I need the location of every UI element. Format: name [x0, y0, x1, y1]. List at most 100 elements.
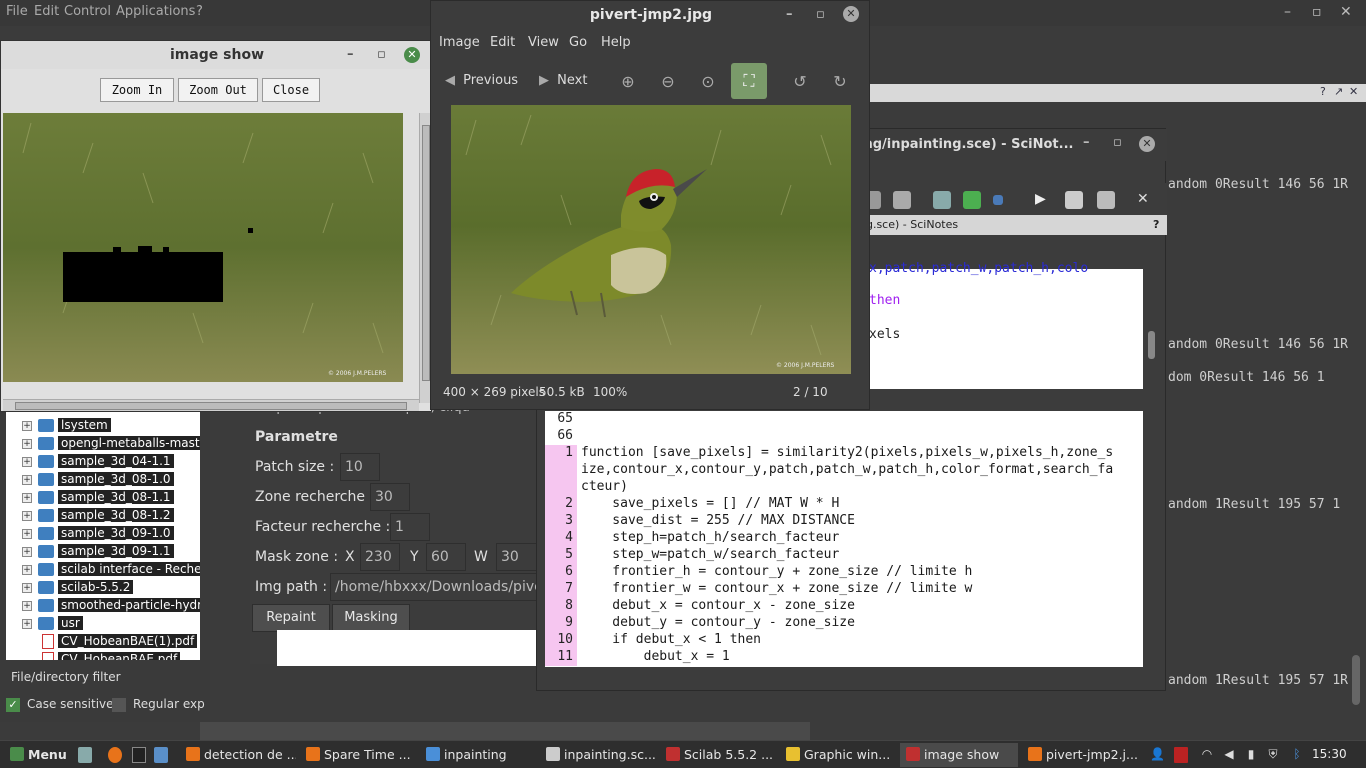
battery-icon[interactable]: ▮ — [1244, 747, 1258, 763]
zoom-in-icon[interactable]: ⊕ — [619, 73, 637, 91]
close-icon[interactable]: ✕ — [1139, 136, 1155, 152]
tree-item[interactable]: + sample_3d_08-1.0 — [6, 471, 200, 489]
viewer-menu-view[interactable]: View — [528, 35, 559, 50]
tree-item[interactable]: + smoothed-particle-hydrod — [6, 597, 200, 615]
scrollbar-thumb[interactable] — [422, 125, 430, 381]
expand-icon[interactable]: + — [22, 475, 32, 485]
zoom-out-button[interactable]: Zoom Out — [178, 78, 258, 102]
expand-icon[interactable]: + — [22, 529, 32, 539]
help-icon[interactable]: ? — [1320, 85, 1326, 98]
tree-item[interactable]: CV_HobeanBAE.pdf — [6, 651, 200, 660]
console-menu-control[interactable]: Control — [64, 4, 111, 19]
regex-checkbox[interactable] — [112, 698, 126, 712]
tree-item[interactable]: CV_HobeanBAE(1).pdf — [6, 633, 200, 651]
tree-item[interactable]: + lsystem — [6, 417, 200, 435]
rotate-left-icon[interactable]: ↺ — [791, 73, 809, 91]
viewer-menu-edit[interactable]: Edit — [490, 35, 515, 50]
expand-icon[interactable]: + — [22, 583, 32, 593]
previous-button[interactable]: ◀ Previous — [445, 63, 518, 99]
edit-icon[interactable] — [933, 191, 951, 209]
help-icon[interactable]: ? — [1153, 218, 1159, 231]
task-image-show[interactable]: image show — [900, 743, 1018, 767]
bluetooth-icon[interactable]: ᛒ — [1290, 747, 1304, 763]
user-icon[interactable]: 👤 — [1150, 747, 1165, 763]
expand-icon[interactable]: + — [22, 565, 32, 575]
tools-icon[interactable]: ✕ — [1137, 191, 1155, 209]
patch-size-input[interactable]: 10 — [340, 453, 380, 481]
close-icon[interactable]: ✕ — [1340, 4, 1352, 20]
file-tree[interactable]: + lsystem + opengl-metaballs-master + sampl… — [6, 412, 200, 660]
expand-icon[interactable]: + — [22, 511, 32, 521]
wifi-icon[interactable]: ◠ — [1200, 747, 1214, 763]
maximize-icon[interactable]: ▫ — [1312, 4, 1322, 20]
console-menu-file[interactable]: File — [6, 4, 28, 19]
viewer-menu-image[interactable]: Image — [439, 35, 480, 50]
zoom-normal-icon[interactable]: ⊙ — [699, 73, 717, 91]
expand-icon[interactable]: + — [22, 457, 32, 467]
console-menu-help[interactable]: ? — [196, 4, 203, 19]
best-fit-icon[interactable]: ⛶ — [731, 63, 767, 99]
keyboard-layout-icon[interactable] — [1174, 747, 1188, 763]
zoom-out-icon[interactable]: ⊖ — [659, 73, 677, 91]
execute-file-icon[interactable] — [1097, 191, 1115, 209]
editor-scrollbar[interactable] — [1145, 269, 1159, 667]
facteur-recherche-input[interactable]: 1 — [390, 513, 430, 541]
task-graphic-window[interactable]: Graphic win... — [780, 743, 896, 767]
tree-item[interactable]: + sample_3d_08-1.2 — [6, 507, 200, 525]
shield-icon[interactable]: ⛨ — [1266, 747, 1280, 763]
tree-item[interactable]: + scilab interface - Recherch — [6, 561, 200, 579]
mask-y-input[interactable]: 60 — [426, 543, 466, 571]
scrollbar-thumb[interactable] — [15, 402, 407, 410]
start-menu-button[interactable]: Menu — [4, 743, 76, 767]
console-scrollbar[interactable] — [1352, 655, 1360, 705]
repaint-button[interactable]: Repaint — [252, 604, 330, 632]
tree-item[interactable]: + sample_3d_04-1.1 — [6, 453, 200, 471]
tree-item[interactable]: + sample_3d_08-1.1 — [6, 489, 200, 507]
undock-icon[interactable]: ↗ — [1334, 85, 1343, 98]
task-detection[interactable]: detection de ... — [180, 743, 296, 767]
minimize-icon[interactable]: – — [1083, 135, 1090, 150]
minimize-icon[interactable]: – — [786, 1, 793, 29]
volume-icon[interactable]: ◀ — [1222, 747, 1236, 763]
download-icon[interactable] — [963, 191, 981, 209]
minimize-icon[interactable]: – — [347, 41, 354, 69]
img-path-input[interactable]: /home/hbxxx/Downloads/piver — [330, 573, 540, 601]
firefox-icon[interactable] — [108, 747, 122, 763]
scrollbar-thumb[interactable] — [1148, 331, 1155, 359]
mask-w-input[interactable]: 30 — [496, 543, 540, 571]
files-icon[interactable] — [154, 747, 168, 763]
tree-item[interactable]: + usr — [6, 615, 200, 633]
paste-icon[interactable] — [893, 191, 911, 209]
zoom-in-button[interactable]: Zoom In — [100, 78, 174, 102]
tree-item[interactable]: + scilab-5.5.2 — [6, 579, 200, 597]
tree-item[interactable]: + sample_3d_09-1.0 — [6, 525, 200, 543]
task-scinotes[interactable]: inpainting.sc... — [540, 743, 656, 767]
clock[interactable]: 15:30 — [1312, 747, 1347, 761]
masking-button[interactable]: Masking — [332, 604, 410, 632]
close-icon[interactable]: ✕ — [404, 47, 420, 63]
minimize-icon[interactable]: – — [1284, 4, 1291, 20]
task-pivert[interactable]: pivert-jmp2.j... — [1022, 743, 1138, 767]
task-scilab[interactable]: Scilab 5.5.2 ... — [660, 743, 776, 767]
show-desktop-icon[interactable] — [78, 747, 92, 763]
mask-x-input[interactable]: 230 — [360, 543, 400, 571]
close-button[interactable]: Close — [262, 78, 320, 102]
expand-icon[interactable]: + — [22, 421, 32, 431]
expand-icon[interactable]: + — [22, 619, 32, 629]
close-icon[interactable]: ✕ — [843, 6, 859, 22]
task-spare-time[interactable]: Spare Time ... — [300, 743, 416, 767]
code-editor[interactable]: 65 66 1 function [save_pixels] = similari… — [545, 411, 1143, 667]
tree-item[interactable]: + opengl-metaballs-master — [6, 435, 200, 453]
viewer-menu-go[interactable]: Go — [569, 35, 587, 50]
indent-icon[interactable] — [993, 195, 1003, 205]
horizontal-scrollbar[interactable] — [3, 399, 419, 411]
expand-icon[interactable]: + — [22, 493, 32, 503]
run-save-icon[interactable] — [1065, 191, 1083, 209]
viewer-menu-help[interactable]: Help — [601, 35, 631, 50]
maximize-icon[interactable]: ▫ — [816, 1, 825, 29]
maximize-icon[interactable]: ▫ — [1113, 135, 1122, 150]
tree-item[interactable]: + sample_3d_09-1.1 — [6, 543, 200, 561]
close-icon[interactable]: ✕ — [1349, 85, 1358, 98]
console-menu-edit[interactable]: Edit — [34, 4, 59, 19]
maximize-icon[interactable]: ▫ — [377, 41, 386, 69]
